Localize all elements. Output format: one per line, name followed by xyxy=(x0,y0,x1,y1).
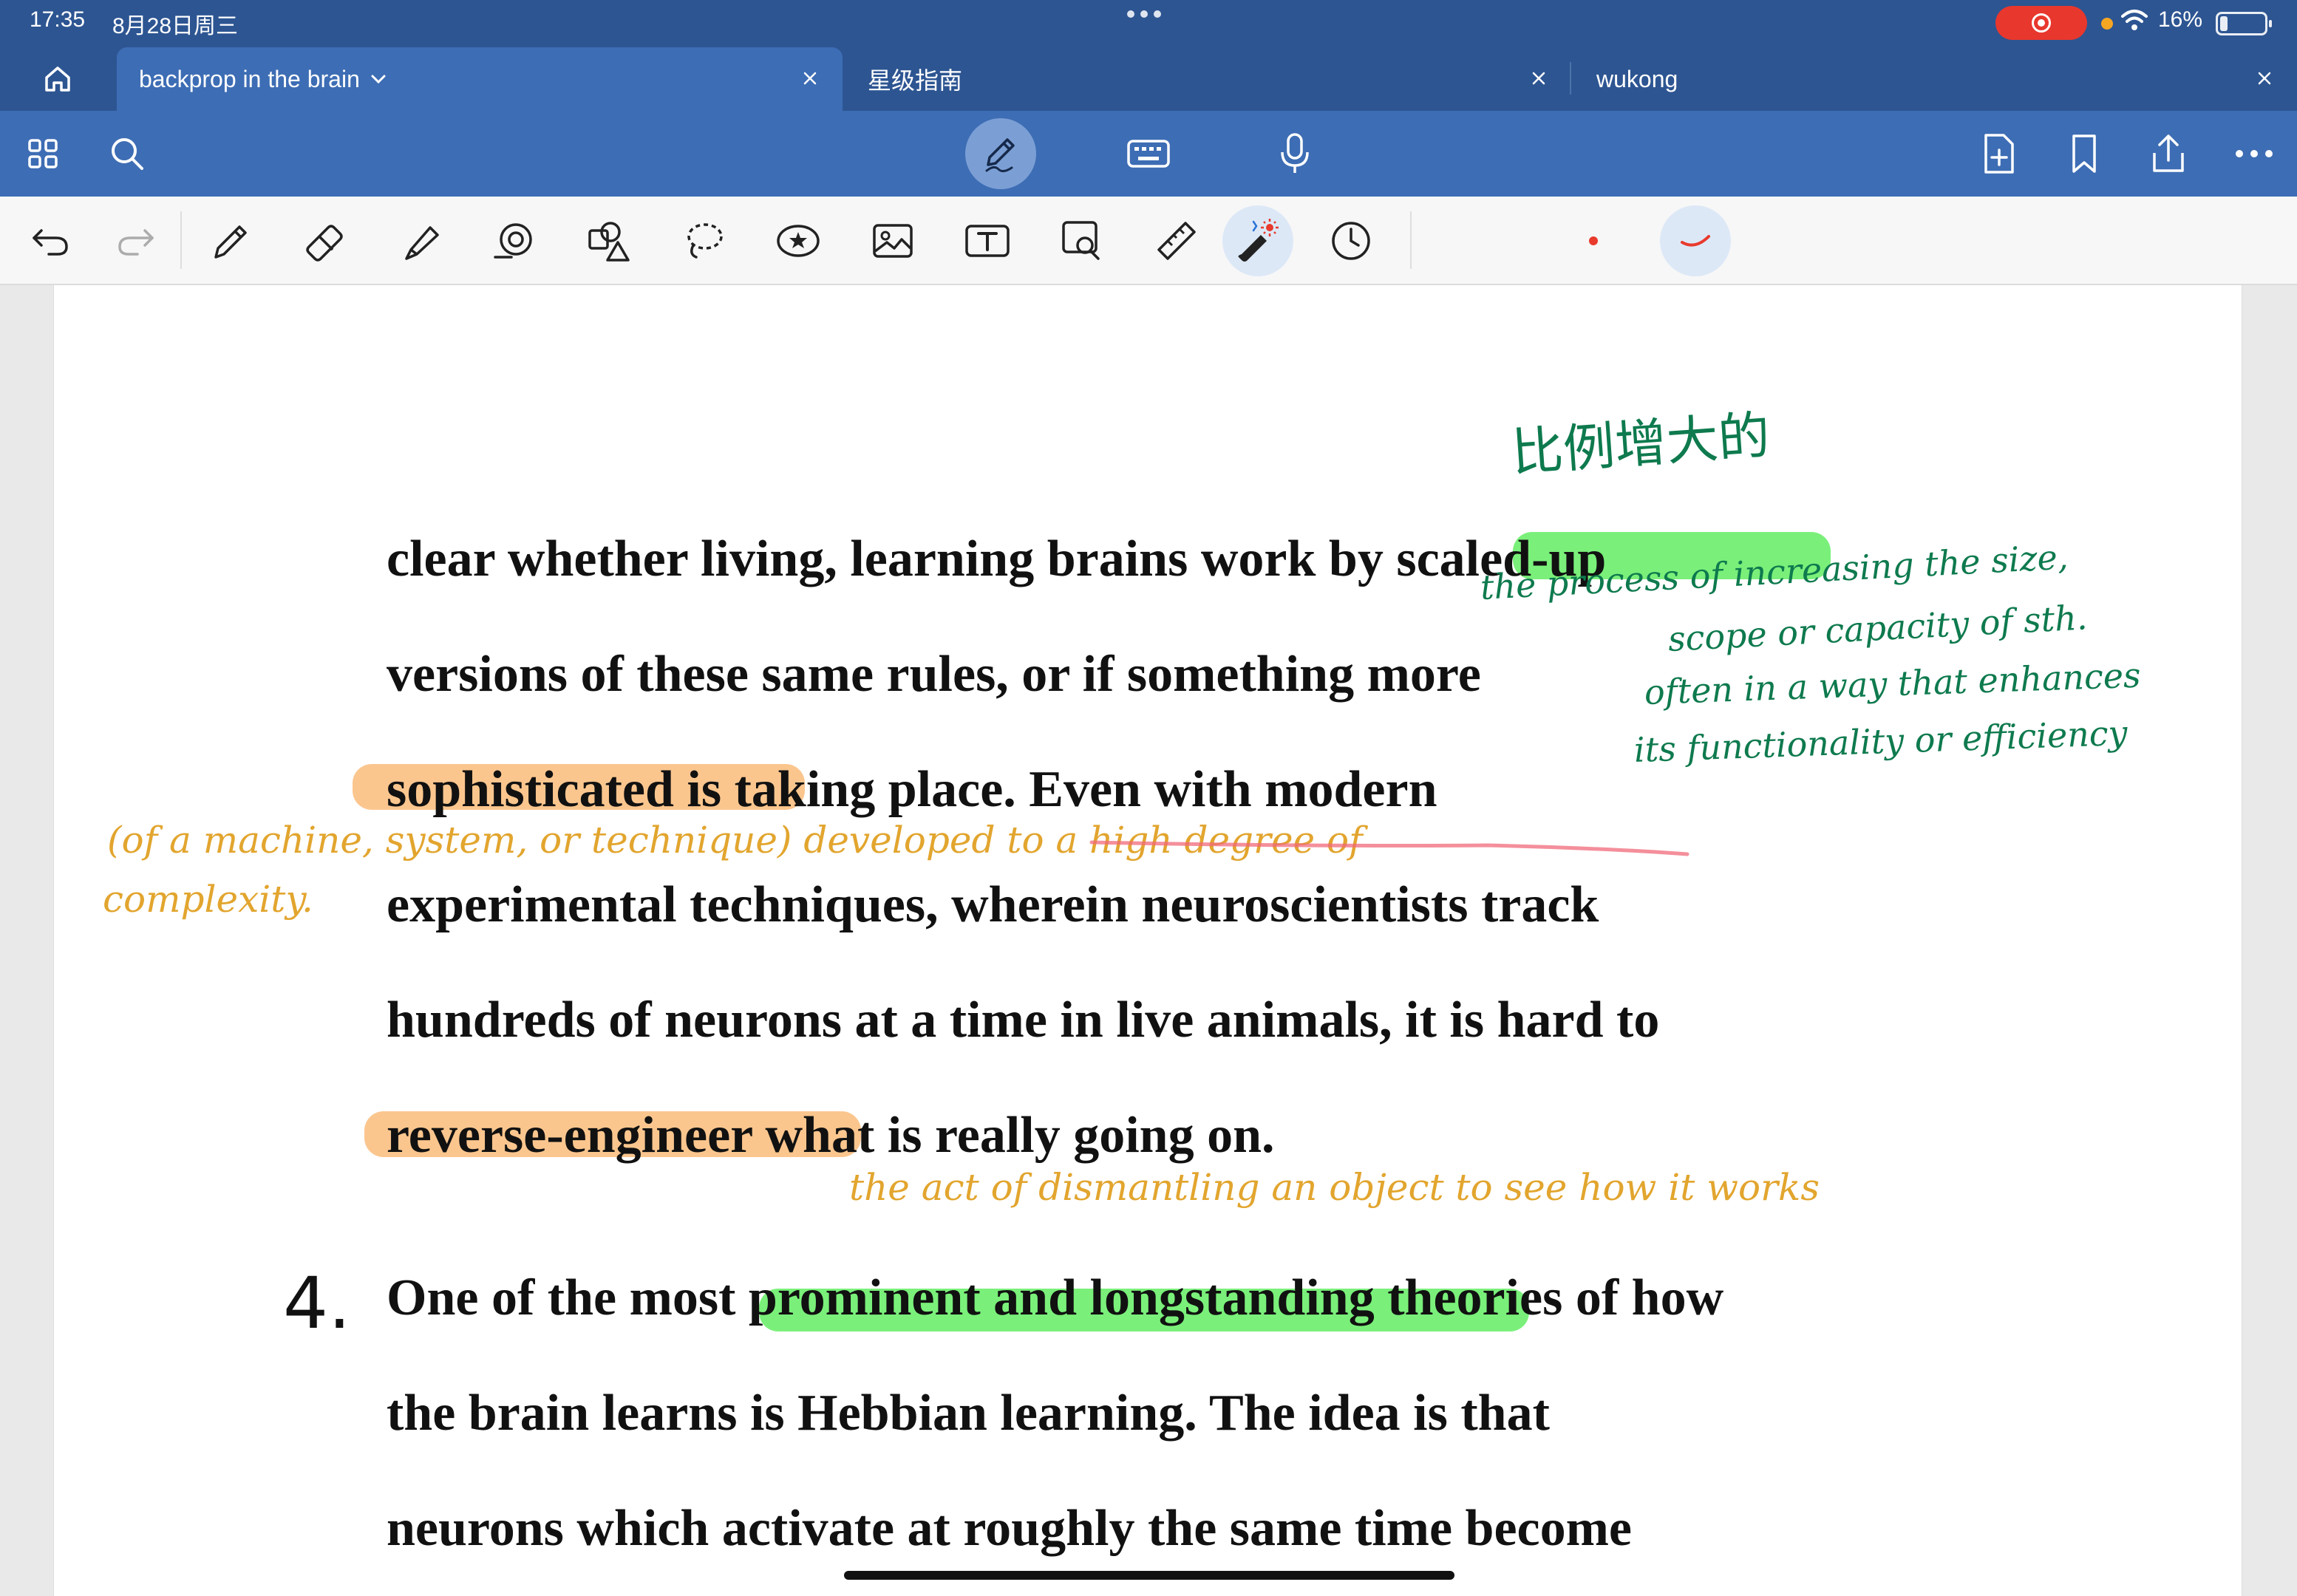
handwritten-item-number: 4. xyxy=(283,1262,351,1345)
bookmark-icon[interactable] xyxy=(2059,129,2109,179)
elements-icon[interactable] xyxy=(582,214,636,267)
laser-trail-style-button[interactable] xyxy=(1660,205,1731,276)
laser-color-dot[interactable] xyxy=(1589,236,1598,245)
eraser-icon[interactable] xyxy=(299,214,352,267)
wifi-icon xyxy=(2121,10,2148,30)
toolbar-divider xyxy=(1410,211,1412,269)
text-line: neurons which activate at roughly the sa… xyxy=(387,1500,1632,1557)
tab-label: backprop in the brain xyxy=(139,65,360,92)
handwritten-definition: often in a way that enhances xyxy=(1644,655,2142,712)
keyboard-icon[interactable] xyxy=(1123,129,1174,179)
tab-star-guide[interactable]: 星级指南 xyxy=(845,47,1571,111)
undo-icon[interactable] xyxy=(24,214,77,267)
tab-bar: backprop in the brain 星级指南 wukong xyxy=(0,46,2297,111)
handwritten-definition: its functionality or efficiency xyxy=(1633,712,2128,770)
image-icon[interactable] xyxy=(866,214,919,267)
date: 8月28日周三 xyxy=(112,14,239,38)
text-line: experimental techniques, wherein neurosc… xyxy=(387,876,1599,933)
close-tab-icon[interactable] xyxy=(795,64,825,93)
mic-in-use-dot xyxy=(2101,18,2113,30)
tab-wukong[interactable]: wukong xyxy=(1574,47,2297,111)
recent-history-icon[interactable] xyxy=(1324,214,1378,267)
highlighter-icon[interactable] xyxy=(393,214,446,267)
tab-label: wukong xyxy=(1596,65,1678,92)
tab-divider xyxy=(1570,62,1571,95)
handwriting-mode-icon[interactable] xyxy=(965,118,1036,189)
tab-label: 星级指南 xyxy=(868,67,963,94)
stickers-icon[interactable] xyxy=(772,214,825,267)
text-line: the brain learns is Hebbian learning. Th… xyxy=(387,1385,1550,1442)
laser-pointer-icon[interactable] xyxy=(1231,214,1284,267)
main-toolbar xyxy=(0,111,2297,197)
more-icon[interactable] xyxy=(2229,129,2279,179)
red-strike-mark xyxy=(1089,840,1689,856)
text-line: clear whether living, learning brains wo… xyxy=(387,531,1607,587)
close-tab-icon[interactable] xyxy=(2250,64,2279,93)
text-box-icon[interactable] xyxy=(961,214,1014,267)
text-line: One of the most prominent and longstandi… xyxy=(387,1269,1724,1326)
clock: 17:35 xyxy=(30,7,86,32)
text-line: versions of these same rules, or if some… xyxy=(387,646,1481,703)
handwritten-definition: scope or capacity of sth. xyxy=(1667,597,2089,659)
lasso-icon[interactable] xyxy=(677,214,730,267)
status-bar: 17:35 8月28日周三 16% xyxy=(0,0,2297,46)
text-line: sophisticated is taking place. Even with… xyxy=(387,761,1437,818)
screen-recording-indicator[interactable] xyxy=(1995,6,2087,40)
document-page[interactable]: clear whether living, learning brains wo… xyxy=(53,285,2242,1596)
shapes-icon[interactable] xyxy=(488,214,541,267)
redo-icon[interactable] xyxy=(109,214,163,267)
home-icon[interactable] xyxy=(30,59,86,98)
toolbar-divider xyxy=(180,211,182,269)
ruler-icon[interactable] xyxy=(1150,214,1203,267)
microphone-icon[interactable] xyxy=(1270,129,1320,179)
pen-toolbar xyxy=(0,197,2297,285)
close-tab-icon[interactable] xyxy=(1524,64,1554,93)
search-icon[interactable] xyxy=(102,129,152,179)
handwritten-definition: complexity. xyxy=(103,878,313,921)
tab-backprop-in-the-brain[interactable]: backprop in the brain xyxy=(117,47,843,111)
handwritten-definition: the act of dismantling an object to see … xyxy=(849,1166,1820,1209)
handwritten-note-chinese: 比例增大的 xyxy=(1509,404,1772,484)
chevron-down-icon[interactable] xyxy=(370,74,387,84)
magnifier-icon[interactable] xyxy=(1055,214,1109,267)
battery-percent: 16% xyxy=(2158,7,2203,32)
home-indicator[interactable] xyxy=(844,1571,1454,1580)
pen-icon[interactable] xyxy=(204,214,257,267)
text-line: hundreds of neurons at a time in live an… xyxy=(387,992,1660,1048)
battery-icon xyxy=(2216,12,2272,35)
share-icon[interactable] xyxy=(2143,129,2194,179)
grid-icon[interactable] xyxy=(18,129,68,179)
text-line: reverse-engineer what is really going on… xyxy=(387,1107,1275,1164)
add-page-icon[interactable] xyxy=(1973,129,2024,179)
multitasking-dots-icon[interactable] xyxy=(1127,10,1161,18)
